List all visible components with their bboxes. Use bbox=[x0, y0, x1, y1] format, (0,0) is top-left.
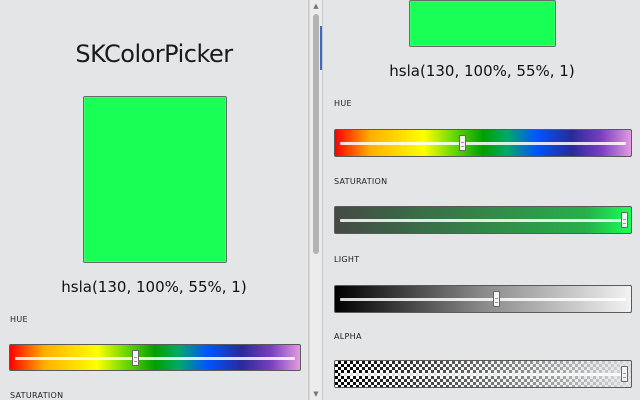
color-value-text: hsla(130, 100%, 55%, 1) bbox=[61, 278, 247, 296]
scrollbar-thumb[interactable] bbox=[313, 14, 319, 254]
alpha-slider[interactable] bbox=[334, 360, 632, 388]
light-slider-track bbox=[340, 298, 626, 301]
app-title: SKColorPicker bbox=[75, 40, 233, 68]
hue-slider[interactable] bbox=[9, 344, 301, 371]
hue-label: HUE bbox=[334, 99, 352, 108]
saturation-slider[interactable] bbox=[334, 206, 632, 234]
alpha-label: ALPHA bbox=[334, 332, 362, 341]
color-value-text: hsla(130, 100%, 55%, 1) bbox=[389, 62, 575, 80]
saturation-slider-track bbox=[340, 219, 626, 222]
alpha-slider-track bbox=[340, 373, 626, 376]
hue-slider-handle[interactable] bbox=[131, 349, 139, 366]
saturation-label: SATURATION bbox=[10, 391, 64, 400]
color-preview-swatch bbox=[83, 96, 227, 263]
light-label: LIGHT bbox=[334, 255, 360, 264]
alpha-slider-handle[interactable] bbox=[621, 366, 628, 382]
hue-slider-handle[interactable] bbox=[459, 135, 467, 151]
hue-slider[interactable] bbox=[334, 129, 632, 157]
light-slider-handle[interactable] bbox=[493, 291, 501, 307]
scroll-down-arrow-icon[interactable]: ▼ bbox=[310, 388, 322, 400]
saturation-slider-handle[interactable] bbox=[621, 212, 628, 228]
right-pane: hsla(130, 100%, 55%, 1) HUE SATURATION L… bbox=[322, 0, 640, 400]
scroll-up-arrow-icon[interactable]: ▲ bbox=[310, 0, 322, 12]
hue-slider-track bbox=[340, 142, 626, 145]
light-slider[interactable] bbox=[334, 285, 632, 313]
color-preview-swatch bbox=[409, 0, 556, 47]
left-pane: SKColorPicker hsla(130, 100%, 55%, 1) HU… bbox=[0, 0, 309, 400]
saturation-label: SATURATION bbox=[334, 177, 388, 186]
hue-label: HUE bbox=[10, 315, 28, 324]
hue-slider-track bbox=[15, 356, 295, 360]
